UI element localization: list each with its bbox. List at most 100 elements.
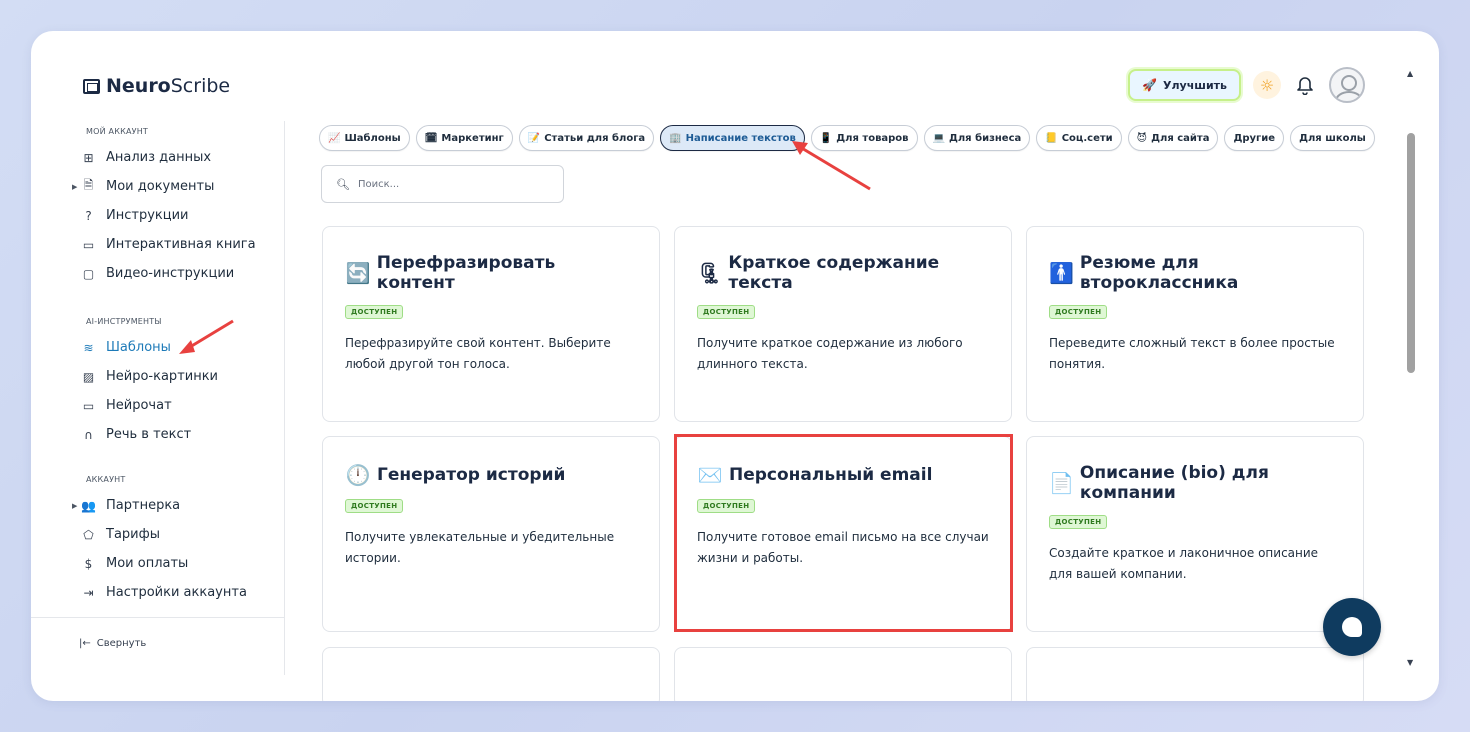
document-icon: 🗎: [83, 178, 94, 192]
sidebar-item[interactable]: ▶ 👥 Партнерка: [72, 491, 285, 520]
dollar-icon: $: [84, 556, 93, 571]
search-input[interactable]: [357, 178, 548, 190]
card-title: Перефразировать контент: [376, 253, 556, 293]
card-description: Получите увлекательные и убедительные ис…: [345, 530, 615, 565]
status-badge: ДОСТУПЕН: [1049, 515, 1108, 529]
template-card[interactable]: 📄 Описание (bio) для компании ДОСТУПЕН С…: [1026, 436, 1364, 632]
card-title-row: 🗜 Краткое содержание текста: [697, 253, 989, 293]
upgrade-label: Улучшить: [1163, 78, 1227, 92]
template-card-partial[interactable]: [1026, 647, 1364, 701]
sidebar-item[interactable]: ⊞ Анализ данных: [81, 143, 285, 172]
category-icon: 💻: [932, 132, 945, 144]
sidebar-item[interactable]: $ Мои оплаты: [81, 549, 285, 578]
sidebar-item[interactable]: ▢ Видео-инструкции: [81, 259, 285, 288]
template-card[interactable]: 🗜 Краткое содержание текста ДОСТУПЕН Пол…: [674, 226, 1012, 422]
chat-icon: ▭: [82, 398, 95, 413]
sidebar-item[interactable]: ▶ 🗎 Мои документы: [72, 172, 285, 201]
category-chip[interactable]: 📈 Шаблоны: [319, 125, 410, 151]
card-title: Краткое содержание текста: [728, 253, 940, 293]
scroll-up-icon[interactable]: ▲: [1407, 69, 1413, 78]
template-card[interactable]: 🕛 Генератор историй ДОСТУПЕН Получите ув…: [322, 436, 660, 632]
scrollbar[interactable]: ▲ ▼: [1405, 69, 1417, 667]
category-icon: 📱: [819, 132, 833, 144]
scrollbar-thumb[interactable]: [1407, 133, 1415, 373]
category-chip[interactable]: 💻 Для бизнеса: [923, 125, 1031, 151]
collapse-icon: |←: [79, 638, 91, 649]
caret-right-icon[interactable]: ▶: [72, 502, 77, 510]
category-label: Для бизнеса: [948, 132, 1022, 144]
template-card-partial[interactable]: [674, 647, 1012, 701]
category-label: Для сайта: [1151, 132, 1210, 144]
card-title-row: ✉️ Персональный email: [697, 463, 989, 487]
card-icon: 📄: [1049, 471, 1074, 495]
sidebar-item-label: Нейро-картинки: [106, 369, 219, 384]
header-actions: 🚀 Улучшить ☼: [1128, 67, 1365, 103]
card-description: Получите краткое содержание из любого дл…: [697, 336, 963, 371]
status-badge: ДОСТУПЕН: [697, 305, 756, 319]
category-icon: 🏢: [669, 132, 682, 144]
template-card[interactable]: ✉️ Персональный email ДОСТУПЕН Получите …: [674, 436, 1012, 632]
template-card-partial[interactable]: [322, 647, 660, 701]
theme-toggle-button[interactable]: ☼: [1253, 71, 1281, 99]
sidebar-item-label: Интерактивная книга: [106, 237, 256, 252]
category-chip[interactable]: 🗓 Маркетинг: [415, 125, 513, 151]
search-icon: 🔍︎: [336, 177, 350, 191]
category-label: Для товаров: [836, 132, 909, 144]
category-chip[interactable]: 🏢 Написание текстов: [660, 125, 805, 151]
sidebar-item[interactable]: ▨ Нейро-картинки: [81, 362, 285, 391]
sidebar-item-label: Анализ данных: [106, 150, 212, 165]
card-title-row: 🚹 Резюме для второклассника: [1049, 253, 1341, 293]
chat-support-button[interactable]: [1323, 598, 1381, 656]
logo-bold-text: Neuro: [106, 75, 171, 97]
sidebar-section: МОЙ АККАУНТ ⊞ Анализ данных ▶ 🗎 Мои документы…: [31, 127, 285, 288]
caret-right-icon[interactable]: ▶: [72, 183, 77, 191]
category-icon: 📒: [1045, 132, 1058, 144]
image-icon: ▨: [82, 369, 95, 384]
sidebar-item-label: Мои документы: [106, 179, 215, 194]
category-chip[interactable]: Другие: [1224, 125, 1285, 151]
sidebar-item[interactable]: ▭ Нейрочат: [81, 391, 285, 420]
notifications-button[interactable]: [1293, 73, 1317, 97]
category-label: Шаблоны: [344, 132, 401, 144]
rocket-icon: 🚀: [1142, 78, 1158, 92]
avatar[interactable]: [1329, 67, 1365, 103]
sidebar-item[interactable]: ▭ Интерактивная книга: [81, 230, 285, 259]
book-icon: ▭: [82, 237, 95, 252]
logo[interactable]: NeuroScribe: [83, 75, 230, 97]
sidebar-item[interactable]: ⇥ Настройки аккаунта: [81, 578, 285, 607]
card-title: Генератор историй: [377, 465, 566, 485]
sidebar-item-label: Нейрочат: [106, 398, 172, 413]
category-label: Написание текстов: [685, 132, 796, 144]
sidebar-item[interactable]: ≋ Шаблоны: [81, 333, 285, 362]
video-icon: ▢: [82, 266, 95, 281]
upgrade-button[interactable]: 🚀 Улучшить: [1128, 69, 1241, 101]
sidebar-item[interactable]: ⬠ Тарифы: [81, 520, 285, 549]
scroll-down-icon[interactable]: ▼: [1407, 658, 1413, 667]
sidebar-item[interactable]: ∩ Речь в текст: [81, 420, 285, 449]
category-chip[interactable]: Для школы: [1290, 125, 1375, 151]
sidebar-section-title: AI-ИНСТРУМЕНТЫ: [86, 317, 162, 326]
sidebar-item-label: Тарифы: [106, 527, 160, 542]
collapse-sidebar-button[interactable]: |← Свернуть: [31, 617, 285, 649]
card-description: Создайте краткое и лаконичное описание д…: [1049, 546, 1319, 581]
template-card[interactable]: 🔄 Перефразировать контент ДОСТУПЕН Переф…: [322, 226, 660, 422]
category-chip[interactable]: 📱 Для товаров: [810, 125, 918, 151]
category-chip[interactable]: 📒 Соц.сети: [1036, 125, 1122, 151]
category-chip[interactable]: 📝 Статьи для блога: [518, 125, 655, 151]
sidebar-item-label: Шаблоны: [106, 340, 171, 355]
sidebar-item[interactable]: ? Инструкции: [81, 201, 285, 230]
category-label: Статьи для блога: [544, 132, 646, 144]
collapse-label: Свернуть: [96, 638, 147, 649]
template-card[interactable]: 🚹 Резюме для второклассника ДОСТУПЕН Пер…: [1026, 226, 1364, 422]
sun-icon: ☼: [1259, 75, 1275, 95]
card-title-row: 📄 Описание (bio) для компании: [1049, 463, 1341, 503]
category-tabs: 📈 Шаблоны 🗓 Маркетинг 📝 Статьи для блога 🏢 Напи…: [319, 125, 1375, 151]
users-icon: 👥: [81, 498, 96, 513]
headphones-icon: ∩: [84, 427, 93, 442]
logout-icon: ⇥: [83, 585, 94, 600]
card-description: Перефразируйте свой контент. Выберите лю…: [345, 336, 611, 371]
category-chip[interactable]: 😈 Для сайта: [1127, 125, 1219, 151]
search-box[interactable]: 🔍︎: [321, 165, 564, 203]
sidebar-item-label: Мои оплаты: [106, 556, 189, 571]
category-icon: 🗓: [424, 132, 438, 144]
